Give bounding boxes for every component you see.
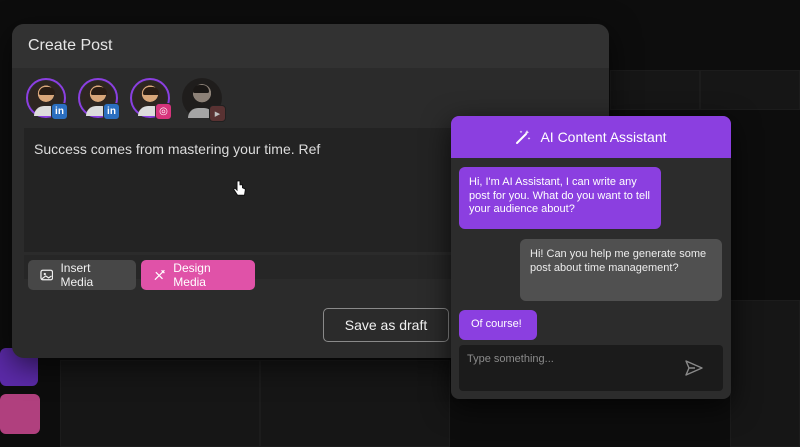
design-media-button[interactable]: Design Media bbox=[141, 260, 255, 290]
chat-message-ai: Of course! bbox=[459, 310, 537, 340]
chat-input-box bbox=[459, 345, 723, 391]
ai-assistant-title: AI Content Assistant bbox=[540, 129, 667, 145]
youtube-icon: ▶ bbox=[209, 105, 226, 122]
insert-media-label: Insert Media bbox=[60, 261, 94, 289]
design-brush-icon bbox=[154, 269, 165, 281]
background-cell bbox=[700, 70, 800, 110]
chat-message-user: Hi! Can you help me generate some post a… bbox=[520, 239, 722, 301]
post-editor[interactable]: Success comes from mastering your time. … bbox=[24, 128, 464, 252]
background-cell bbox=[60, 360, 260, 447]
hand-cursor-icon bbox=[233, 180, 247, 196]
background-chip bbox=[0, 394, 40, 434]
linkedin-icon: in bbox=[103, 103, 120, 120]
avatar-hair bbox=[91, 87, 107, 95]
account-selector: in in ◎ ▶ bbox=[26, 78, 226, 122]
background-cell bbox=[610, 70, 700, 110]
magic-wand-icon bbox=[516, 130, 531, 144]
avatar-hair bbox=[143, 87, 159, 95]
avatar-hair bbox=[39, 87, 55, 95]
account-avatar-linkedin-2[interactable]: in bbox=[78, 78, 120, 120]
account-avatar-instagram[interactable]: ◎ bbox=[130, 78, 172, 120]
design-media-label: Design Media bbox=[173, 261, 211, 289]
post-editor-text: Success comes from mastering your time. … bbox=[34, 141, 321, 157]
create-post-header: Create Post bbox=[12, 24, 609, 68]
send-icon[interactable] bbox=[685, 360, 703, 376]
linkedin-icon: in bbox=[51, 103, 68, 120]
account-avatar-linkedin-1[interactable]: in bbox=[26, 78, 68, 120]
insert-media-button[interactable]: Insert Media bbox=[28, 260, 136, 290]
avatar-hair bbox=[193, 85, 209, 93]
save-draft-label: Save as draft bbox=[344, 317, 428, 333]
save-draft-button[interactable]: Save as draft bbox=[323, 308, 449, 342]
instagram-icon: ◎ bbox=[155, 103, 172, 120]
ai-assistant-panel: AI Content Assistant Hi, I'm AI Assistan… bbox=[451, 116, 731, 399]
background-cell bbox=[260, 360, 450, 447]
background-cell bbox=[730, 300, 800, 447]
create-post-title: Create Post bbox=[28, 37, 113, 54]
insert-image-icon bbox=[40, 269, 54, 281]
ai-assistant-header: AI Content Assistant bbox=[451, 116, 731, 158]
chat-input[interactable] bbox=[467, 352, 682, 366]
chat-message-ai: Hi, I'm AI Assistant, I can write any po… bbox=[459, 167, 661, 229]
account-avatar-youtube[interactable]: ▶ bbox=[182, 78, 226, 122]
